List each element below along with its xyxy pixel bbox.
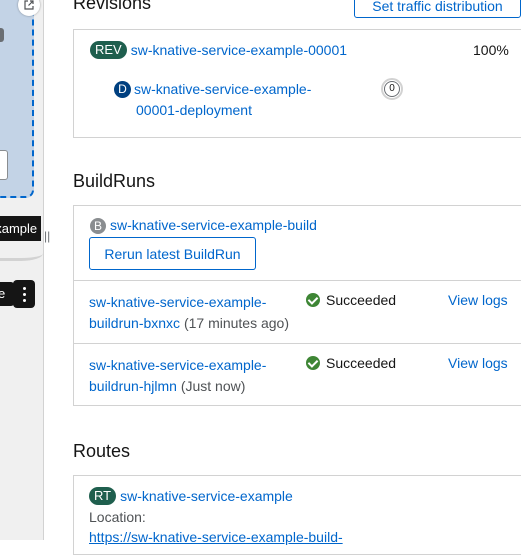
topology-action-label[interactable]: e xyxy=(0,282,14,306)
deployment-row: Dsw-knative-service-example- 00001-deploy… xyxy=(114,79,311,121)
buildrun-row: sw-knative-service-example-buildrun-hjlm… xyxy=(89,355,266,397)
kebab-menu-icon[interactable] xyxy=(13,280,35,308)
buildrun-link-line2: buildrun-bxnxc xyxy=(89,315,181,331)
open-url-icon[interactable] xyxy=(18,0,40,16)
buildrun-status-text: Succeeded xyxy=(326,292,397,308)
deployment-badge: D xyxy=(114,81,131,98)
revision-link[interactable]: sw-knative-service-example-00001 xyxy=(131,42,347,58)
buildrun-time: (17 minutes ago) xyxy=(183,315,290,331)
buildrun-link-line1: sw-knative-service-example- xyxy=(89,294,267,310)
resize-handle-icon[interactable]: || xyxy=(44,229,50,243)
buildrun-link-line2: buildrun-hjlmn xyxy=(89,378,177,394)
routes-card: RT sw-knative-service-example Location: h… xyxy=(73,475,521,555)
pod-count-ring: 0 xyxy=(381,78,403,100)
route-location-label: Location: xyxy=(89,509,146,525)
build-row: Bsw-knative-service-example-build xyxy=(90,217,317,234)
revision-badge: REV xyxy=(90,41,127,59)
check-circle-icon xyxy=(306,293,320,307)
node-inner-box xyxy=(0,150,8,180)
route-badge: RT xyxy=(89,487,117,505)
topology-node-label-text: example xyxy=(0,221,38,236)
view-logs-link[interactable]: View logs xyxy=(448,292,508,308)
route-row: RT sw-knative-service-example xyxy=(89,487,293,505)
revision-row: REV sw-knative-service-example-00001 xyxy=(90,41,347,59)
rerun-latest-buildrun-label: Rerun latest BuildRun xyxy=(104,245,241,262)
rerun-latest-buildrun-button[interactable]: Rerun latest BuildRun xyxy=(89,237,256,270)
route-link[interactable]: sw-knative-service-example xyxy=(120,488,293,504)
topology-edge xyxy=(0,246,43,261)
topology-canvas[interactable]: example e xyxy=(0,0,44,540)
topology-action-label-text: e xyxy=(0,286,6,301)
revision-traffic-percent: 100% xyxy=(473,42,509,58)
set-traffic-distribution-label: Set traffic distribution xyxy=(372,0,503,14)
buildruns-heading: BuildRuns xyxy=(73,171,156,191)
check-circle-icon xyxy=(306,356,320,370)
revisions-heading: Revisions xyxy=(73,0,152,13)
buildrun-status: Succeeded xyxy=(306,292,396,308)
buildrun-status: Succeeded xyxy=(306,355,396,371)
divider xyxy=(74,280,521,281)
revisions-card: REV sw-knative-service-example-00001 100%… xyxy=(73,29,521,138)
divider xyxy=(74,343,521,344)
buildruns-card: Bsw-knative-service-example-build Rerun … xyxy=(73,205,521,406)
route-location-url[interactable]: https://sw-knative-service-example-build… xyxy=(89,529,343,545)
build-link[interactable]: sw-knative-service-example-build xyxy=(110,217,317,233)
build-badge: B xyxy=(90,218,106,234)
pod-count: 0 xyxy=(384,81,400,97)
buildrun-row: sw-knative-service-example-buildrun-bxnx… xyxy=(89,292,289,334)
topology-node-label[interactable]: example xyxy=(0,216,41,241)
set-traffic-distribution-button[interactable]: Set traffic distribution xyxy=(354,0,521,18)
node-decorator-icon xyxy=(0,28,4,42)
buildrun-link-line1: sw-knative-service-example- xyxy=(89,357,267,373)
buildrun-time: (Just now) xyxy=(180,378,246,394)
deployment-link-line1: sw-knative-service-example- xyxy=(134,81,312,97)
view-logs-link[interactable]: View logs xyxy=(448,355,508,371)
buildrun-status-text: Succeeded xyxy=(326,355,397,371)
routes-heading: Routes xyxy=(73,441,131,461)
deployment-link-line2: 00001-deployment xyxy=(136,102,252,118)
deployment-link[interactable]: sw-knative-service-example- 00001-deploym… xyxy=(114,81,311,118)
